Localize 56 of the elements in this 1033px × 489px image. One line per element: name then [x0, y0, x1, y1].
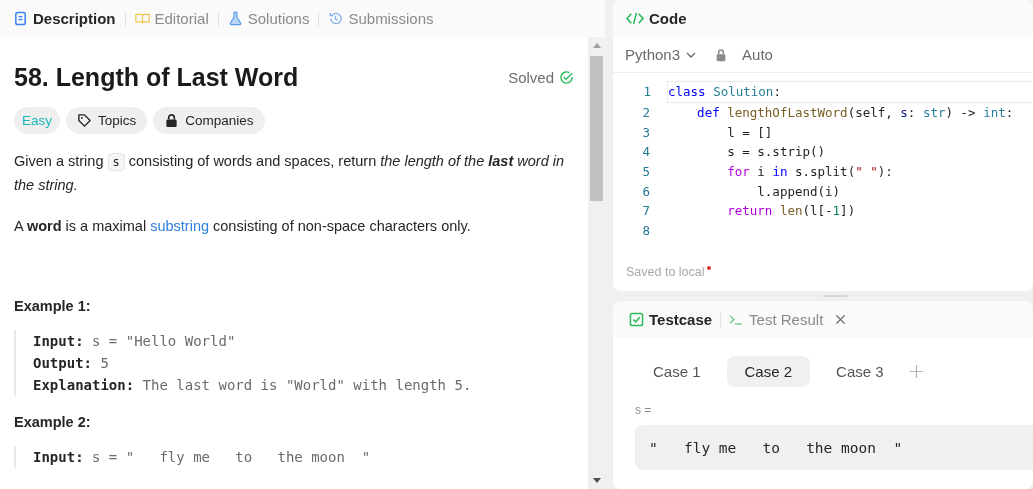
code-line: l.append(i): [756, 183, 841, 199]
tag-icon: [77, 113, 92, 128]
terminal-icon: [729, 312, 745, 327]
scroll-down-icon[interactable]: [592, 478, 601, 483]
example-heading: Example 1:: [14, 298, 92, 314]
code-line: l = []: [726, 124, 773, 140]
code-line: for i in s.split(" "):: [726, 164, 893, 180]
example-line: Input: s = " fly me to the moon ": [33, 448, 372, 467]
tag-chip[interactable]: Topics: [66, 107, 148, 134]
code-brackets-icon: [625, 11, 645, 26]
input-label: s =: [635, 403, 653, 417]
unsaved-dot: [706, 266, 711, 270]
input-field[interactable]: " fly me to the moon ": [635, 425, 1033, 470]
history-icon: [328, 11, 344, 26]
line-number: 4: [641, 144, 650, 160]
code-line: return len(l[-1]): [726, 203, 856, 219]
add-icon[interactable]: [909, 365, 923, 378]
line-number: 5: [641, 164, 650, 180]
line-number: 3: [641, 124, 650, 140]
line-number: 7: [641, 203, 650, 219]
substring-link[interactable]: substring: [150, 218, 210, 234]
panel-tab[interactable]: Description: [8, 6, 121, 31]
language-dropdown[interactable]: Python3: [617, 46, 705, 63]
lock-icon: [164, 113, 180, 128]
problem-title: 58. Length of Last Word: [14, 62, 300, 92]
example-line: Input: s = "Hello World": [33, 332, 237, 351]
checkbox-icon: [629, 312, 644, 327]
tag-chip[interactable]: Companies: [153, 107, 265, 134]
description-paragraph: A word is a maximal substring consisting of non-space characters only.: [14, 217, 472, 236]
example-heading: Example 2:: [14, 414, 92, 430]
document-icon: [13, 11, 28, 26]
close-icon[interactable]: [835, 314, 847, 325]
panel-title: Code: [649, 10, 687, 27]
panel-tab[interactable]: Testcase: [625, 307, 717, 332]
solved-status: Solved: [508, 68, 554, 86]
example-line: Output: 5: [33, 354, 110, 373]
scroll-up-icon[interactable]: [592, 43, 601, 48]
chevron-down-icon: [686, 51, 697, 58]
code-line: def lengthOfLastWord(self, s: str) -> int:: [696, 105, 1014, 121]
check-circle-icon: [559, 69, 574, 85]
example-line: Explanation: The last word is "World" with length 5.: [33, 376, 473, 395]
line-number: 8: [641, 223, 650, 239]
line-number: 6: [641, 183, 650, 199]
flask-icon: [227, 11, 243, 26]
code-line: s = s.strip(): [726, 144, 826, 160]
scrollbar-thumb[interactable]: [590, 56, 603, 201]
case-tab[interactable]: Case 2: [726, 356, 811, 387]
description-paragraph: Given a string s consisting of words and spaces, return the length of the last word in the string.: [14, 152, 566, 195]
mode-label: Auto: [741, 46, 774, 63]
line-number: 1: [642, 84, 651, 100]
code-line: class Solution:: [668, 84, 781, 100]
case-tab[interactable]: Case 3: [818, 356, 902, 387]
line-number: 2: [641, 105, 650, 121]
case-tab[interactable]: Case 1: [635, 356, 719, 387]
book-icon: [134, 11, 150, 26]
save-status: Saved to local: [626, 265, 705, 279]
